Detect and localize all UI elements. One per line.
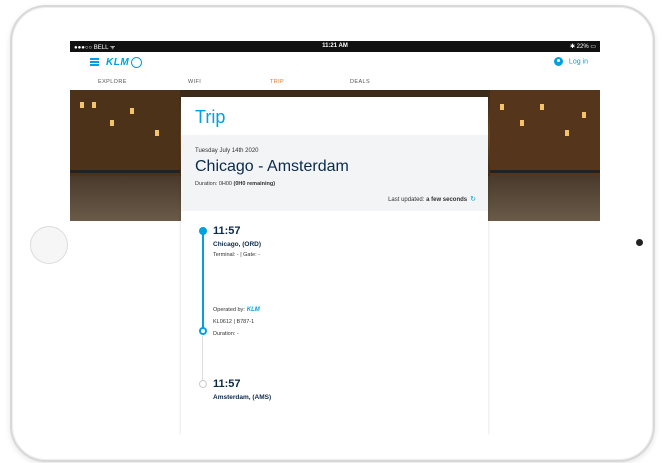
hamburger-menu-icon[interactable]	[90, 58, 99, 66]
operated-by-label: Operated by:	[213, 307, 245, 313]
status-bar: ●●●○○ BELL ᯤ 11:21 AM ✱ 22% ▭	[70, 41, 600, 52]
flight-duration: Duration: -	[213, 331, 239, 337]
progress-dot-icon	[199, 327, 207, 335]
trip-card: Trip Tuesday July 14th 2020 Chicago - Am…	[181, 97, 488, 435]
trip-route: Chicago - Amsterdam	[195, 158, 349, 175]
logo-badge-icon	[131, 57, 143, 68]
page-title: Trip	[195, 107, 226, 127]
last-updated-value: a few seconds	[426, 197, 468, 203]
nav-tabs: EXPLORE WIFI TRIP DEALS	[70, 74, 600, 91]
refresh-icon[interactable]: ↻	[470, 196, 476, 203]
login-label: Log in	[568, 58, 588, 66]
operator-logo: KLM	[246, 307, 260, 313]
trip-date: Tuesday July 14th 2020	[195, 148, 259, 154]
departure-dot-icon	[199, 227, 207, 235]
last-updated-label: Last updated:	[388, 197, 425, 203]
departure-time: 11:57	[213, 225, 241, 237]
user-icon	[553, 57, 563, 66]
last-updated: Last updated: a few seconds ↻	[388, 195, 476, 203]
trip-summary: Tuesday July 14th 2020 Chicago - Amsterd…	[181, 135, 488, 211]
operated-by: Operated by: KLM	[213, 307, 260, 313]
arrival-time: 11:57	[213, 378, 241, 390]
camera-dot	[636, 239, 643, 246]
tab-deals[interactable]: DEALS	[350, 79, 370, 85]
tab-explore[interactable]: EXPLORE	[98, 79, 127, 85]
arrival-dot-icon	[199, 380, 207, 388]
arrival-city: Amsterdam, (AMS)	[213, 394, 272, 401]
flight-info: KL0612 | B787-1	[213, 319, 255, 325]
departure-city: Chicago, (ORD)	[213, 241, 262, 248]
battery-indicator: ✱ 22% ▭	[569, 44, 596, 50]
login-button[interactable]: Log in	[553, 57, 588, 66]
screen: ●●●○○ BELL ᯤ 11:21 AM ✱ 22% ▭ KLM Log in…	[70, 41, 600, 435]
app-header: KLM Log in	[70, 52, 600, 74]
departure-terminal: Terminal: - | Gate: -	[213, 252, 260, 258]
trip-duration: Duration: 0H00 (0H0 remaining)	[195, 181, 275, 187]
timeline-line	[202, 230, 204, 332]
klm-logo[interactable]: KLM	[106, 57, 143, 69]
duration-label: Duration: 0H00	[195, 181, 232, 187]
status-time: 11:21 AM	[322, 43, 348, 49]
logo-text: KLM	[106, 57, 130, 69]
home-button[interactable]	[30, 226, 68, 264]
tab-wifi[interactable]: WIFI	[188, 79, 201, 85]
duration-remaining: (0H0 remaining)	[233, 181, 276, 187]
tab-trip[interactable]: TRIP	[270, 79, 284, 85]
timeline-line-remaining	[202, 336, 203, 382]
